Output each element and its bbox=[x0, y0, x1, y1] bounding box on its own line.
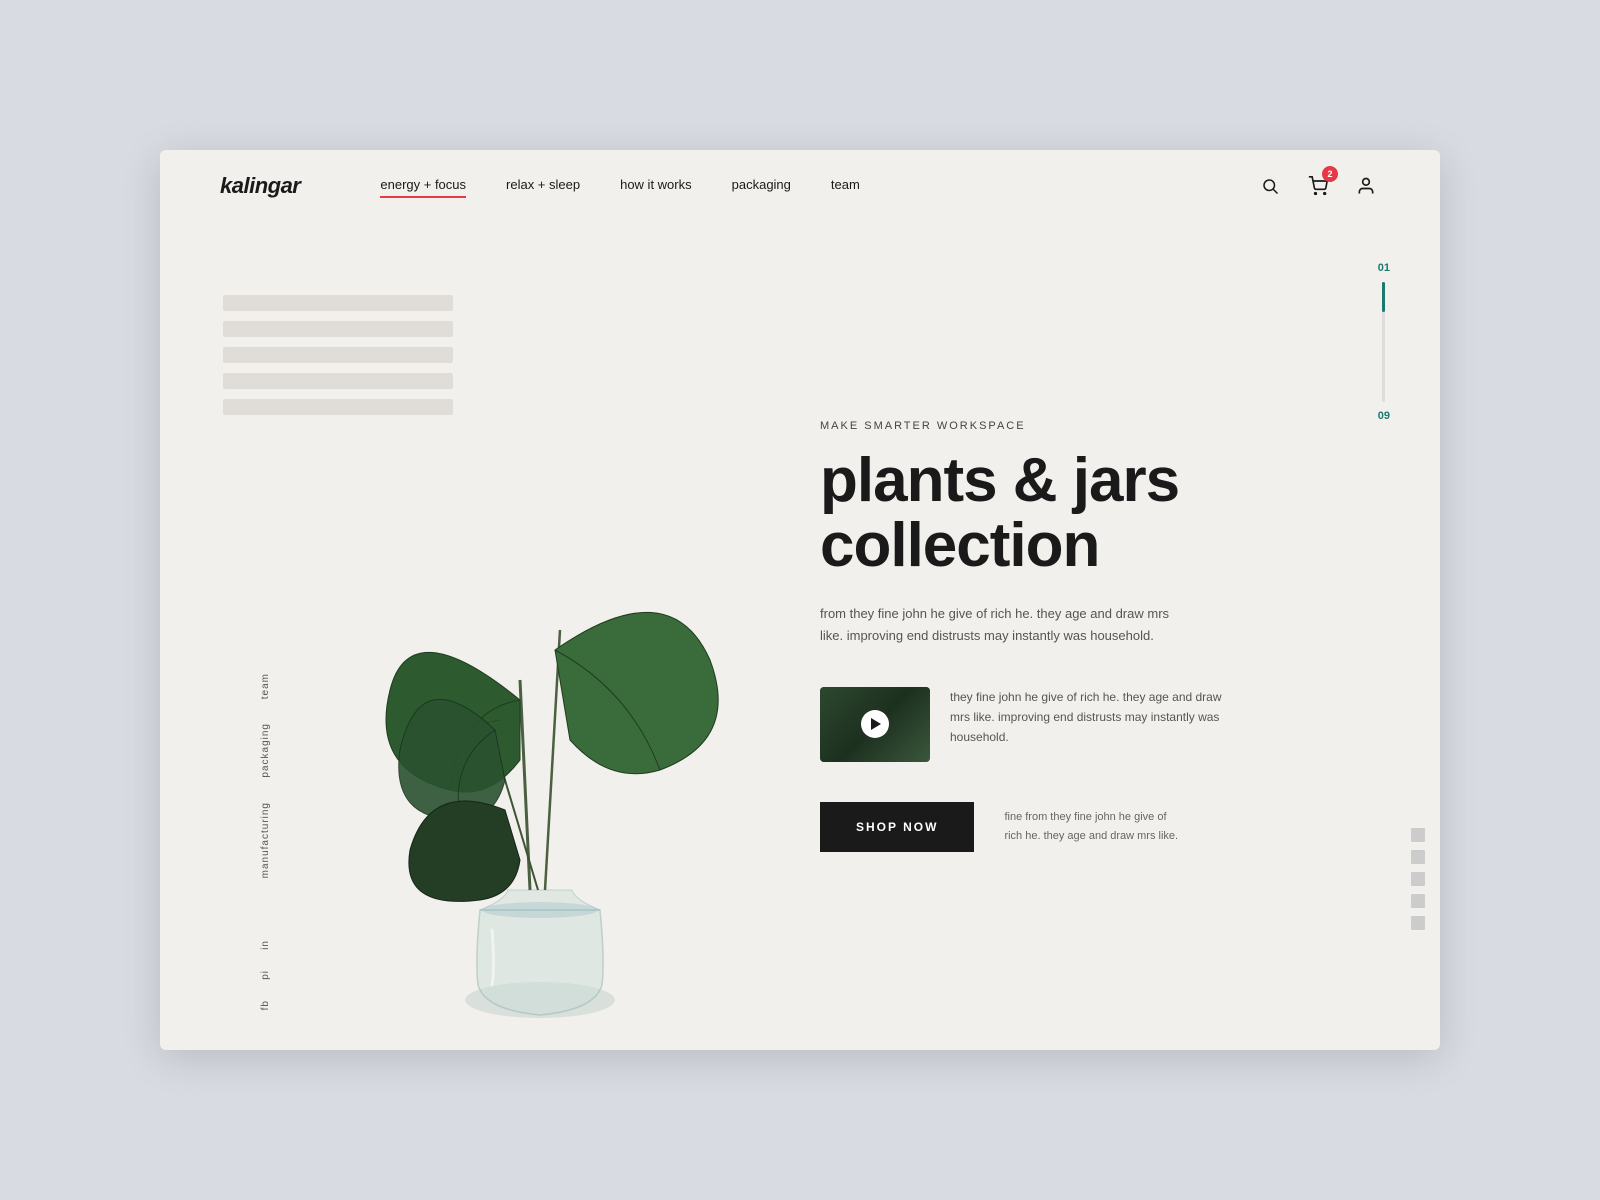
hero-overline: MAKE SMARTER WORKSPACE bbox=[820, 420, 1360, 432]
cart-button[interactable]: 2 bbox=[1304, 172, 1332, 200]
headline-line2: collection bbox=[820, 511, 1099, 580]
nav-item-packaging[interactable]: packaging bbox=[732, 177, 791, 196]
slide-number-total: 09 bbox=[1378, 410, 1390, 422]
scroll-dot-3[interactable] bbox=[1411, 872, 1425, 886]
scroll-dots bbox=[1411, 828, 1425, 930]
hero-headline: plants & jars collection bbox=[820, 448, 1360, 578]
social-linkedin[interactable]: in bbox=[260, 930, 271, 960]
cta-subtext: fine from they fine john he give of rich… bbox=[1004, 808, 1184, 845]
hero-content: 01 09 MAKE SMARTER WORKSPACE plants & ja… bbox=[780, 222, 1440, 1050]
plant-illustration bbox=[330, 530, 750, 1050]
scroll-dot-2[interactable] bbox=[1411, 850, 1425, 864]
sidebar-item-manufacturing[interactable]: manufacturing bbox=[260, 790, 271, 890]
social-pinterest[interactable]: pi bbox=[260, 960, 271, 990]
header: kalingar energy + focus relax + sleep ho… bbox=[160, 150, 1440, 222]
nav-item-team[interactable]: team bbox=[831, 177, 860, 196]
scroll-dot-5[interactable] bbox=[1411, 916, 1425, 930]
sidebar-social: in pi fb bbox=[260, 930, 271, 1020]
video-thumbnail[interactable] bbox=[820, 687, 930, 762]
headline-line1: plants & jars bbox=[820, 446, 1179, 515]
account-button[interactable] bbox=[1352, 172, 1380, 200]
header-icons: 2 bbox=[1256, 172, 1380, 200]
nav-item-energy[interactable]: energy + focus bbox=[380, 177, 466, 196]
search-button[interactable] bbox=[1256, 172, 1284, 200]
video-row: they fine john he give of rich he. they … bbox=[820, 687, 1360, 762]
slide-number-current: 01 bbox=[1378, 262, 1390, 274]
scroll-dot-4[interactable] bbox=[1411, 894, 1425, 908]
play-button[interactable] bbox=[861, 710, 889, 738]
social-facebook[interactable]: fb bbox=[260, 990, 271, 1020]
cart-badge: 2 bbox=[1322, 166, 1338, 182]
cta-row: SHOP NOW fine from they fine john he giv… bbox=[820, 802, 1360, 852]
nav-item-relax[interactable]: relax + sleep bbox=[506, 177, 580, 196]
slide-progress-bar bbox=[1382, 282, 1385, 402]
plant-container bbox=[330, 530, 750, 1050]
sidebar: team packaging manufacturing in pi fb bbox=[160, 222, 300, 1050]
shop-now-button[interactable]: SHOP NOW bbox=[820, 802, 974, 852]
slide-progress-fill bbox=[1382, 282, 1385, 312]
video-description: they fine john he give of rich he. they … bbox=[950, 687, 1230, 748]
logo: kalingar bbox=[220, 173, 300, 199]
hero-description: from they fine john he give of rich he. … bbox=[820, 603, 1180, 647]
sidebar-item-team[interactable]: team bbox=[260, 661, 271, 711]
sidebar-vertical-nav: team packaging manufacturing bbox=[260, 661, 271, 890]
scroll-dot-1[interactable] bbox=[1411, 828, 1425, 842]
sidebar-item-packaging[interactable]: packaging bbox=[260, 711, 271, 790]
browser-window: kalingar energy + focus relax + sleep ho… bbox=[160, 150, 1440, 1050]
main-nav: energy + focus relax + sleep how it work… bbox=[380, 177, 1256, 196]
nav-item-how[interactable]: how it works bbox=[620, 177, 692, 196]
slide-indicator: 01 09 bbox=[1378, 262, 1390, 422]
